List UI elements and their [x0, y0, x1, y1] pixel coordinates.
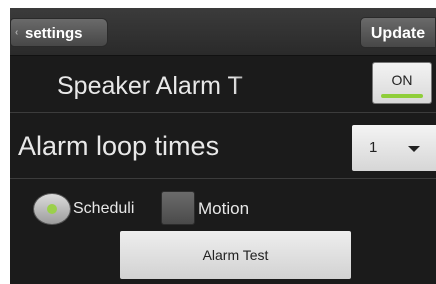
dropdown-value: 1	[369, 139, 378, 156]
divider	[10, 178, 436, 179]
back-arrow-icon: ‹	[15, 27, 19, 38]
top-bar: ‹ settings Update	[10, 8, 436, 56]
toggle-state-label: ON	[391, 72, 413, 88]
motion-checkbox[interactable]	[162, 192, 194, 224]
alarm-test-button[interactable]: Alarm Test	[120, 231, 351, 279]
update-button[interactable]: Update	[360, 17, 436, 48]
alarm-loop-times-label: Alarm loop times	[18, 131, 220, 161]
label-fade	[138, 192, 160, 222]
radio-selected-dot	[47, 204, 57, 214]
settings-back-button[interactable]: ‹ settings	[10, 18, 108, 47]
divider	[10, 112, 436, 113]
settings-panel: ‹ settings Update Speaker Alarm T ON Ala…	[10, 8, 436, 284]
schedule-radio-button[interactable]	[34, 194, 70, 224]
label-fade	[232, 66, 280, 106]
dropdown-arrow-icon	[408, 146, 420, 152]
toggle-on-indicator	[381, 94, 423, 98]
alarm-loop-times-dropdown[interactable]: 1	[352, 125, 436, 171]
motion-label: Motion	[198, 199, 250, 218]
speaker-alarm-toggle[interactable]: ON	[373, 63, 431, 103]
back-button-label: settings	[25, 25, 83, 42]
screen: ‹ settings Update Speaker Alarm T ON Ala…	[0, 0, 436, 284]
